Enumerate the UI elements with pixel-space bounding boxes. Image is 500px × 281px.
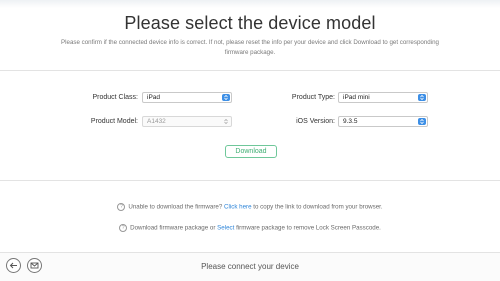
- product-class-label: Product Class:: [92, 94, 138, 101]
- product-type-select[interactable]: iPad mini: [338, 92, 428, 103]
- product-model-value: A1432: [147, 118, 166, 125]
- ios-version-value: 9.3.5: [343, 118, 358, 125]
- ios-version-select[interactable]: 9.3.5: [338, 116, 428, 127]
- middle-divider: [0, 180, 500, 181]
- help-line1-text: Unable to download the firmware?: [128, 203, 223, 211]
- help-line1-tail: to copy the link to download from your b…: [253, 203, 383, 211]
- page-subtitle: Please confirm if the connected device i…: [61, 39, 439, 56]
- product-class-select[interactable]: iPad: [142, 92, 232, 103]
- chevron-updown-icon: [222, 118, 230, 125]
- product-type-label: Product Type:: [291, 94, 335, 101]
- product-class-value: iPad: [147, 94, 161, 101]
- top-strip: [0, 0, 500, 8]
- help-line-select-firmware: ? Download firmware package or Select fir…: [0, 224, 500, 232]
- question-icon: ?: [119, 224, 128, 232]
- select-firmware-link[interactable]: Select: [217, 225, 234, 232]
- chevron-updown-icon: [222, 94, 230, 101]
- product-type-value: iPad mini: [343, 94, 370, 101]
- help-line-copy-link: ? Unable to download the firmware? Click …: [0, 203, 500, 211]
- chevron-updown-icon: [418, 118, 426, 125]
- connection-status: Please connect your device: [201, 262, 299, 271]
- help-line2-tail: firmware package to remove Lock Screen P…: [236, 224, 381, 232]
- product-model-label: Product Model:: [90, 118, 138, 125]
- click-here-link[interactable]: Click here: [224, 204, 252, 211]
- ios-version-label: iOS Version:: [296, 118, 335, 125]
- help-line2-text: Download firmware package or: [130, 224, 216, 232]
- top-divider: [0, 70, 500, 71]
- page-title: Please select the device model: [124, 13, 376, 33]
- chevron-updown-icon: [418, 94, 426, 101]
- question-icon: ?: [117, 203, 126, 211]
- footer-bar: Please connect your device: [0, 252, 500, 281]
- product-model-select: A1432: [142, 116, 232, 127]
- download-button[interactable]: Download: [225, 145, 277, 158]
